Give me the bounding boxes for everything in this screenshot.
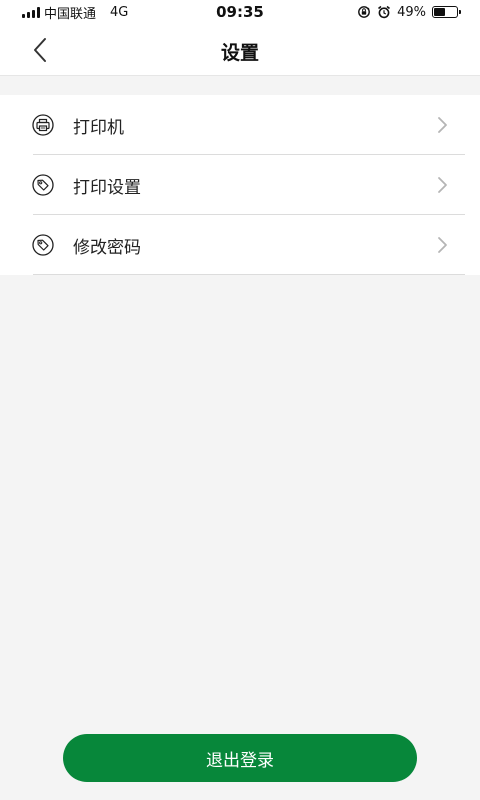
alarm-icon xyxy=(378,5,391,19)
tag-icon xyxy=(32,234,54,256)
rotation-lock-icon xyxy=(358,6,370,18)
logout-button[interactable]: 退出登录 xyxy=(63,734,417,782)
tag-icon xyxy=(32,174,54,196)
settings-item-print-settings[interactable]: 打印设置 xyxy=(0,155,480,215)
settings-item-label: 修改密码 xyxy=(73,238,141,258)
battery-percent: 49% xyxy=(397,4,426,20)
settings-item-label: 打印机 xyxy=(73,118,124,138)
battery-fill xyxy=(434,8,445,16)
printer-icon xyxy=(32,114,54,136)
settings-item-change-password[interactable]: 修改密码 xyxy=(0,215,480,275)
status-bar: 中国联通 4G 09:35 49% xyxy=(0,0,480,24)
status-right: 49% xyxy=(357,4,461,20)
settings-item-label: 打印设置 xyxy=(73,178,141,198)
nav-bar: 设置 xyxy=(0,24,480,76)
chevron-right-icon xyxy=(438,117,447,133)
chevron-right-icon xyxy=(438,177,447,193)
battery-icon xyxy=(432,6,461,18)
page-title: 设置 xyxy=(220,42,259,64)
chevron-right-icon xyxy=(438,237,447,253)
settings-item-printer[interactable]: 打印机 xyxy=(0,95,480,155)
settings-list: 打印机 打印设置 修改密码 xyxy=(0,95,480,275)
